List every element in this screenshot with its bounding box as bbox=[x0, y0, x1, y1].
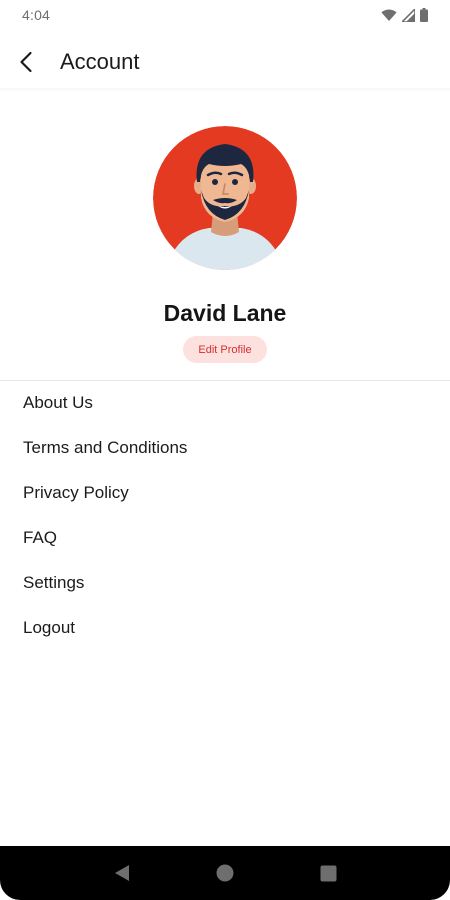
nav-home-button[interactable] bbox=[205, 853, 245, 893]
account-screen: 4:04 Account David Lane Edit Profile Abo… bbox=[0, 0, 450, 900]
back-triangle-icon bbox=[114, 865, 129, 881]
app-bar-shadow bbox=[0, 88, 450, 92]
nav-recents-button[interactable] bbox=[308, 853, 348, 893]
menu-item-settings[interactable]: Settings bbox=[0, 560, 450, 605]
app-bar: Account bbox=[0, 36, 450, 88]
menu-item-faq[interactable]: FAQ bbox=[0, 515, 450, 560]
avatar bbox=[153, 126, 297, 270]
status-icons bbox=[381, 8, 428, 22]
back-button[interactable] bbox=[6, 40, 46, 84]
nav-back-button[interactable] bbox=[102, 853, 142, 893]
home-circle-icon bbox=[216, 864, 234, 882]
edit-profile-button[interactable]: Edit Profile bbox=[183, 336, 267, 363]
wifi-icon bbox=[381, 9, 397, 21]
account-menu: About Us Terms and Conditions Privacy Po… bbox=[0, 380, 450, 650]
user-name: David Lane bbox=[163, 300, 287, 326]
menu-item-terms[interactable]: Terms and Conditions bbox=[0, 425, 450, 470]
menu-item-privacy-policy[interactable]: Privacy Policy bbox=[0, 470, 450, 515]
user-avatar-illustration bbox=[153, 126, 297, 270]
menu-item-about-us[interactable]: About Us bbox=[0, 380, 450, 425]
recents-square-icon bbox=[320, 865, 337, 881]
status-time: 4:04 bbox=[22, 7, 51, 23]
cell-signal-icon bbox=[402, 8, 415, 22]
menu-item-logout[interactable]: Logout bbox=[0, 605, 450, 650]
battery-icon bbox=[420, 8, 428, 22]
chevron-left-icon bbox=[20, 51, 32, 73]
page-title: Account bbox=[60, 49, 140, 74]
system-nav-bar bbox=[0, 846, 450, 900]
status-bar: 4:04 bbox=[0, 0, 450, 30]
